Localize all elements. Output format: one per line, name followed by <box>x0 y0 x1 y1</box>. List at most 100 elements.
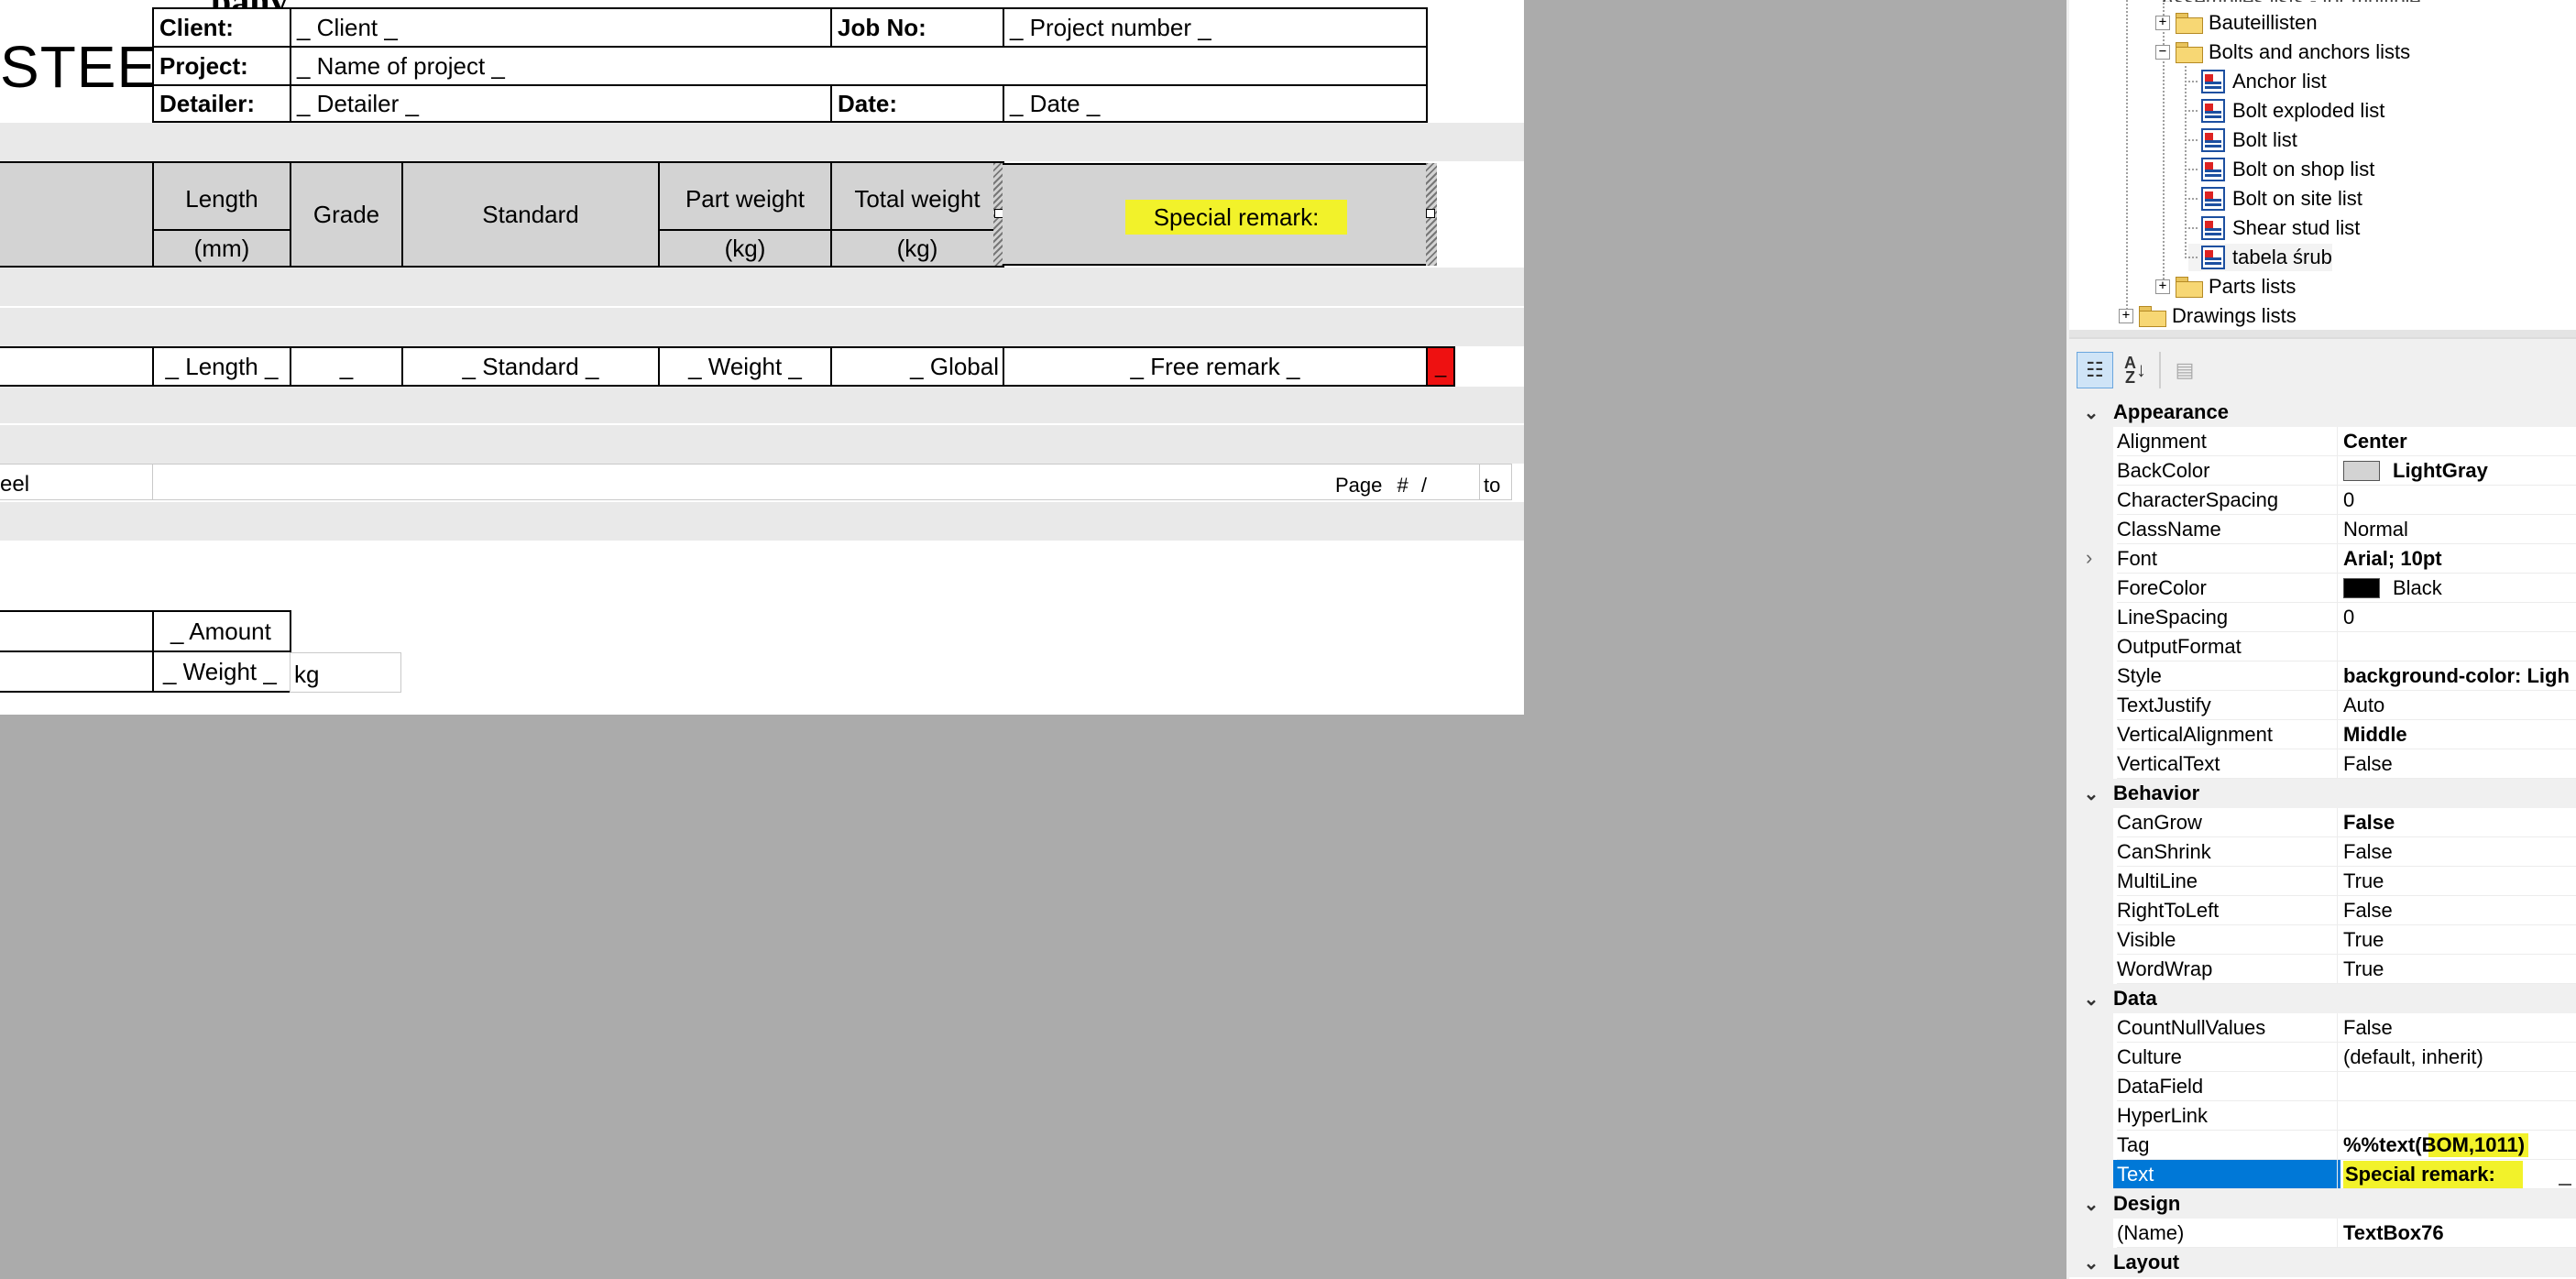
summary-amount-label-cell[interactable] <box>0 610 154 652</box>
property-row-wordwrap[interactable]: WordWrap True <box>2069 955 2576 984</box>
chevron-down-icon[interactable]: ⌄ <box>2069 1193 2113 1216</box>
category-data[interactable]: ⌄ Data <box>2069 984 2576 1013</box>
property-row-righttoleft[interactable]: RightToLeft False <box>2069 896 2576 925</box>
group-header-band-2[interactable] <box>0 308 1524 346</box>
detailer-label-cell[interactable]: Detailer: <box>152 84 291 123</box>
chevron-down-icon[interactable]: ⌄ <box>2069 1252 2113 1274</box>
property-row-font[interactable]: › Font Arial; 10pt <box>2069 544 2576 574</box>
data-cell-free-remark[interactable]: _ Free remark _ <box>1003 346 1428 387</box>
category-design[interactable]: ⌄ Design <box>2069 1189 2576 1219</box>
property-row-textjustify[interactable]: TextJustify Auto <box>2069 691 2576 720</box>
property-row-canshrink[interactable]: CanShrink False <box>2069 837 2576 867</box>
column-header-left-cell[interactable] <box>0 161 152 268</box>
expand-icon[interactable]: + <box>2155 16 2170 30</box>
property-row-datafield[interactable]: DataField <box>2069 1072 2576 1101</box>
chevron-down-icon[interactable]: ⌄ <box>2069 782 2113 805</box>
tree-item-shear-stud-list[interactable]: Shear stud list <box>2188 214 2360 242</box>
property-row-alignment[interactable]: Alignment Center <box>2069 427 2576 456</box>
jobno-label-cell[interactable]: Job No: <box>830 7 1004 48</box>
group-footer-band[interactable] <box>0 387 1524 423</box>
property-row-classname[interactable]: ClassName Normal <box>2069 515 2576 544</box>
chevron-right-icon[interactable]: › <box>2086 546 2092 570</box>
report-footer-band-separator[interactable] <box>0 502 1524 541</box>
property-row-culture[interactable]: Culture (default, inherit) <box>2069 1043 2576 1072</box>
client-label-cell[interactable]: Client: <box>152 7 291 48</box>
column-header-length[interactable]: Length (mm) <box>152 161 291 268</box>
category-behavior[interactable]: ⌄ Behavior <box>2069 779 2576 808</box>
tree-item-bolt-on-shop-list[interactable]: Bolt on shop list <box>2188 156 2374 183</box>
property-row-verticalalignment[interactable]: VerticalAlignment Middle <box>2069 720 2576 749</box>
tree-item-bolt-list[interactable]: Bolt list <box>2188 126 2297 154</box>
resize-handle-right[interactable] <box>1426 209 1435 218</box>
property-row-backcolor[interactable]: BackColor LightGray <box>2069 456 2576 486</box>
tree-horizontal-scrollbar[interactable] <box>2069 330 2576 337</box>
column-header-total-weight[interactable]: Total weight (kg) <box>830 161 1004 268</box>
data-cell-weight[interactable]: _ Weight _ <box>658 346 832 387</box>
summary-weight-label-cell[interactable] <box>0 650 154 693</box>
data-cell-global[interactable]: _ Global <box>830 346 1004 387</box>
date-label-cell[interactable]: Date: <box>830 84 1004 123</box>
footer-company-cell[interactable]: eel <box>0 464 154 500</box>
property-row-linespacing[interactable]: LineSpacing 0 <box>2069 603 2576 632</box>
property-row-countnullvalues[interactable]: CountNullValues False <box>2069 1013 2576 1043</box>
expand-icon[interactable]: + <box>2155 279 2170 294</box>
property-row-text-selected[interactable]: Text Special remark: <box>2069 1160 2576 1189</box>
tree-item-anchor-list[interactable]: Anchor list <box>2188 68 2327 95</box>
column-header-standard[interactable]: Standard <box>401 161 660 268</box>
collapse-icon[interactable]: − <box>2155 45 2170 60</box>
property-pages-icon[interactable]: ▤ <box>2166 352 2203 388</box>
tree-item-drawings-lists[interactable]: + Drawings lists <box>2119 302 2296 330</box>
special-remark-textbox[interactable]: Special remark: <box>1003 163 1428 266</box>
page-footer-band-separator[interactable] <box>0 425 1524 464</box>
data-cell-grade[interactable]: _ <box>290 346 403 387</box>
summary-amount-cell[interactable]: _ Amount <box>152 610 291 652</box>
report-explorer-tree[interactable]: Assemblies lists - for multiple LOT Phas… <box>2069 0 2576 337</box>
property-row-style[interactable]: Style background-color: Ligh <box>2069 661 2576 691</box>
data-cell-standard[interactable]: _ Standard _ <box>401 346 660 387</box>
tree-item-bauteillisten[interactable]: + Bauteillisten <box>2155 9 2318 37</box>
footer-to-cell[interactable]: to <box>1479 464 1512 500</box>
property-row-cangrow[interactable]: CanGrow False <box>2069 808 2576 837</box>
property-row-name[interactable]: (Name) TextBox76 <box>2069 1219 2576 1248</box>
data-cell-left[interactable] <box>0 346 154 387</box>
property-row-outputformat[interactable]: OutputFormat <box>2069 632 2576 661</box>
category-appearance[interactable]: ⌄ Appearance <box>2069 398 2576 427</box>
tree-item-tabela-srub[interactable]: tabela śrub <box>2188 244 2332 271</box>
report-design-canvas[interactable]: pany STEEL Client: _ Client _ Job No: _ … <box>0 0 1524 715</box>
category-layout[interactable]: ⌄ Layout <box>2069 1248 2576 1277</box>
tree-item-bolt-on-site-list[interactable]: Bolt on site list <box>2188 185 2362 213</box>
jobno-value-cell[interactable]: _ Project number _ <box>1003 7 1428 48</box>
property-row-forecolor[interactable]: ForeColor Black <box>2069 574 2576 603</box>
data-cell-length[interactable]: _ Length _ <box>152 346 291 387</box>
project-label-cell[interactable]: Project: <box>152 46 291 86</box>
column-header-part-weight[interactable]: Part weight (kg) <box>658 161 832 268</box>
text-value-input[interactable]: Special remark: <box>2343 1160 2523 1188</box>
date-value-cell[interactable]: _ Date _ <box>1003 84 1428 123</box>
footer-page-area[interactable]: Page # / <box>152 464 1483 500</box>
tree-item-bolt-exploded-list[interactable]: Bolt exploded list <box>2188 97 2384 125</box>
expand-icon[interactable]: + <box>2119 309 2133 323</box>
tree-item-parts-lists[interactable]: + Parts lists <box>2155 273 2296 301</box>
categorized-icon[interactable]: ☷ <box>2077 352 2113 388</box>
chevron-down-icon[interactable]: ⌄ <box>2069 401 2113 424</box>
property-row-visible[interactable]: Visible True <box>2069 925 2576 955</box>
summary-weight-cell[interactable]: _ Weight _ <box>152 650 291 693</box>
property-row-characterspacing[interactable]: CharacterSpacing 0 <box>2069 486 2576 515</box>
property-row-hyperlink[interactable]: HyperLink <box>2069 1101 2576 1131</box>
sort-az-icon[interactable]: A Z ↓ <box>2117 352 2154 388</box>
tree-item-bolts-and-anchors-lists[interactable]: − Bolts and anchors lists <box>2155 38 2410 66</box>
client-value-cell[interactable]: _ Client _ <box>290 7 832 48</box>
chevron-down-icon[interactable]: ⌄ <box>2069 988 2113 1011</box>
property-grid[interactable]: ⌄ Appearance Alignment Center BackColor Lig… <box>2069 398 2576 1279</box>
property-row-tag[interactable]: Tag %%text(BOM,1011) <box>2069 1131 2576 1160</box>
ellipsis-dropdown-icon[interactable] <box>2559 1164 2571 1186</box>
group-header-band[interactable] <box>0 268 1524 306</box>
property-row-multiline[interactable]: MultiLine True <box>2069 867 2576 896</box>
detailer-value-cell[interactable]: _ Detailer _ <box>290 84 832 123</box>
page-header-band-separator[interactable] <box>0 123 1524 161</box>
column-header-grade[interactable]: Grade <box>290 161 403 268</box>
project-value-cell[interactable]: _ Name of project _ <box>290 46 1428 86</box>
summary-kg-cell[interactable]: kg <box>290 652 401 693</box>
data-cell-red-marker[interactable]: _ <box>1426 346 1455 387</box>
property-row-verticaltext[interactable]: VerticalText False <box>2069 749 2576 779</box>
